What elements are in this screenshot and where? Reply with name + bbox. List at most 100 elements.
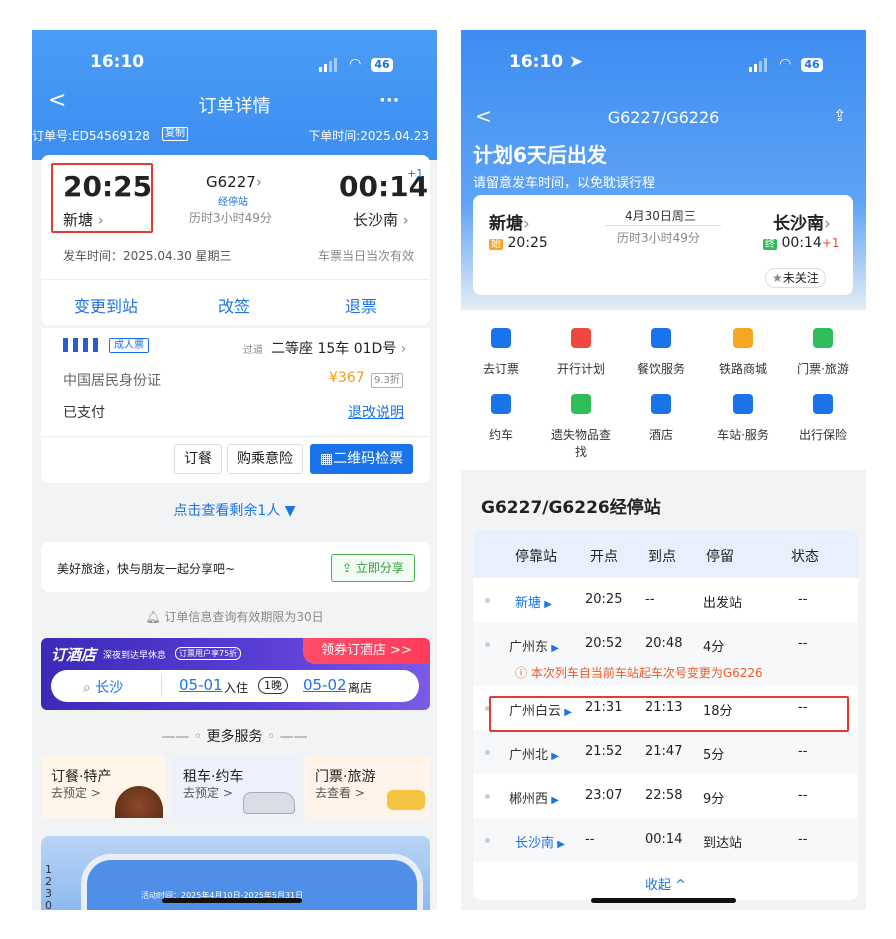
stops-title: G6227/G6226经停站 — [481, 498, 661, 518]
copy-button[interactable]: 复制 — [162, 127, 188, 141]
validity-note: 车票当日当次有效 — [317, 249, 414, 263]
order-meal-button[interactable]: 订餐 — [174, 444, 222, 474]
caret-right-icon: ▶ — [548, 751, 559, 762]
nights-badge: 1晚 — [258, 677, 288, 694]
share-button[interactable]: ⇪ 立即分享 — [331, 554, 415, 582]
refund-policy-link[interactable]: 退改说明 — [348, 402, 404, 422]
status-icons: ◠ 46 — [319, 53, 393, 72]
subline: 请留意发车时间，以免耽误行程 — [473, 176, 656, 191]
caret-right-icon: ▶ — [548, 795, 559, 806]
hotel-search-bar[interactable]: ⌕ 长沙 05-01 入住 1晚 05-02 离店 — [51, 670, 419, 702]
departure-date: 发车时间：2025.04.30 星期三 — [63, 249, 232, 263]
service-card-ticket[interactable]: 门票·旅游 去查看 > — [305, 756, 430, 818]
service-card-car[interactable]: 租车·约车 去预定 > — [173, 756, 298, 818]
arrival-station[interactable]: 长沙南 › — [353, 209, 409, 230]
stop-row: 郴州西 ▶ 23:07 22:58 9分 -- — [473, 774, 858, 818]
divider — [41, 279, 430, 280]
insurance-button[interactable]: 购乘意险 — [227, 444, 303, 474]
arrival-station[interactable]: 长沙南› — [773, 209, 831, 234]
header-status: 状态 — [791, 549, 819, 565]
stop-station-label: 长沙南 — [515, 836, 555, 851]
departure-station[interactable]: 新塘› — [489, 209, 530, 234]
stop-row: 广州北 ▶ 21:52 21:47 5分 -- — [473, 730, 858, 774]
service-card-food[interactable]: 订餐·特产 去预定 > — [41, 756, 166, 818]
train-number[interactable]: G6227› — [206, 173, 262, 191]
travel-date: 4月30日周三 — [625, 209, 696, 223]
next-day-marker: +1 — [407, 167, 424, 180]
collapse-button[interactable]: 收起 ^ — [473, 874, 858, 893]
checkout-date[interactable]: 05-02 — [303, 676, 347, 694]
more-button[interactable]: ··· — [379, 90, 400, 111]
service-label: 餐饮服务 — [636, 362, 685, 376]
share-button-label: 立即分享 — [355, 561, 404, 575]
follow-button[interactable]: ★未关注 — [765, 268, 826, 288]
hotel-logo: 订酒店 — [51, 646, 97, 664]
stop-stay: 出发站 — [703, 596, 743, 611]
service-card-sub: 去预定 > — [51, 786, 101, 800]
wifi-icon: ◠ — [779, 56, 792, 72]
checkin-label: 入住 — [224, 681, 249, 695]
service-item[interactable]: 铁路商城 — [703, 328, 783, 388]
service-item[interactable]: 出行保险 — [783, 394, 863, 454]
insurance-icon — [813, 394, 833, 414]
status-time: 16:10 ➤ — [509, 52, 583, 72]
stop-station[interactable]: 新塘 ▶ — [515, 592, 552, 611]
stop-station[interactable]: 广州东 ▶ — [509, 636, 559, 655]
expand-passengers[interactable]: 点击查看剩余1人 ▼ — [32, 500, 437, 520]
service-label: 约车 — [488, 428, 513, 442]
service-item[interactable]: 遗失物品查找 — [541, 394, 621, 459]
qr-button-label: 二维码检票 — [333, 451, 404, 467]
route-dot — [485, 838, 490, 843]
service-label: 车站·服务 — [717, 428, 769, 442]
service-item[interactable]: 门票·旅游 — [783, 328, 863, 388]
checkin-date[interactable]: 05-01 — [179, 676, 223, 694]
service-item[interactable]: 车站·服务 — [703, 394, 783, 454]
stop-station[interactable]: 郴州西 ▶ — [509, 788, 559, 807]
status-time: 16:10 — [90, 52, 145, 72]
headline: 计划6天后出发 — [473, 143, 607, 167]
header-dep: 开点 — [590, 549, 618, 565]
header-station: 停靠站 — [515, 549, 557, 565]
qr-check-button[interactable]: ▦二维码检票 — [310, 444, 413, 474]
stop-row: 广州东 ▶ 20:52 20:48 4分 -- ⓘ 本次列车自当前车站起车次号变更为G62… — [473, 622, 858, 686]
arrival-station-label: 长沙南 — [773, 214, 824, 234]
validity-notice: 🔔︎ 订单信息查询有效期限为30日 — [32, 608, 437, 625]
battery-icon: 46 — [801, 58, 823, 72]
service-item[interactable]: 去订票 — [461, 328, 541, 388]
battery-icon: 46 — [371, 58, 393, 72]
wifi-icon: ◠ — [349, 56, 362, 72]
reschedule-button[interactable]: 改签 — [218, 293, 250, 317]
service-grid-items: 去订票 开行计划 餐饮服务 铁路商城 门票·旅游约车 遗失物品查找 酒店 车站·服务 出行保险 — [461, 310, 866, 470]
stop-status: -- — [798, 788, 808, 803]
change-station-button[interactable]: 变更到站 — [74, 293, 138, 317]
service-card-title: 租车·约车 — [183, 769, 244, 785]
location-arrow-icon: ➤ — [563, 52, 584, 72]
stop-station[interactable]: 长沙南 ▶ — [515, 832, 565, 851]
order-number: 订单号:ED54569128 — [32, 129, 150, 143]
hotel-coupon-button[interactable]: 领券订酒店 >> — [303, 638, 430, 664]
service-item[interactable]: 酒店 — [621, 394, 701, 454]
service-item[interactable]: 开行计划 — [541, 328, 621, 388]
share-icon[interactable]: ⇪ — [833, 106, 846, 125]
car-image — [243, 792, 295, 814]
car-icon — [491, 394, 511, 414]
home-indicator — [591, 898, 736, 903]
service-card-title: 门票·旅游 — [315, 769, 376, 785]
id-type: 中国居民身份证 — [63, 373, 161, 389]
refund-button[interactable]: 退票 — [345, 293, 377, 317]
qr-icon: ▦ — [319, 451, 334, 467]
hotel-banner[interactable]: 订酒店 深夜到达早休息 订票用户享75折 领券订酒店 >> ⌕ 长沙 05-01… — [41, 638, 430, 710]
stop-stay: 到达站 — [703, 836, 743, 851]
share-icon: ⇪ — [342, 561, 356, 575]
lost-bag-icon — [571, 394, 591, 414]
seat-info[interactable]: 二等座 15车 01D号 › — [271, 338, 406, 358]
departure-time: 始 20:25 — [489, 235, 548, 251]
bell-icon: 🔔︎ — [145, 610, 165, 624]
travel-car-image — [387, 790, 425, 810]
stop-station[interactable]: 广州北 ▶ — [509, 744, 559, 763]
stop-dep: 21:52 — [585, 744, 623, 759]
service-item[interactable]: 餐饮服务 — [621, 328, 701, 388]
service-item[interactable]: 约车 — [461, 394, 541, 454]
hotel-city[interactable]: ⌕ 长沙 — [83, 677, 123, 697]
passenger-card: 成人票 过道 二等座 15车 01D号 › 中国居民身份证 ¥367 9.3折 … — [41, 328, 430, 483]
